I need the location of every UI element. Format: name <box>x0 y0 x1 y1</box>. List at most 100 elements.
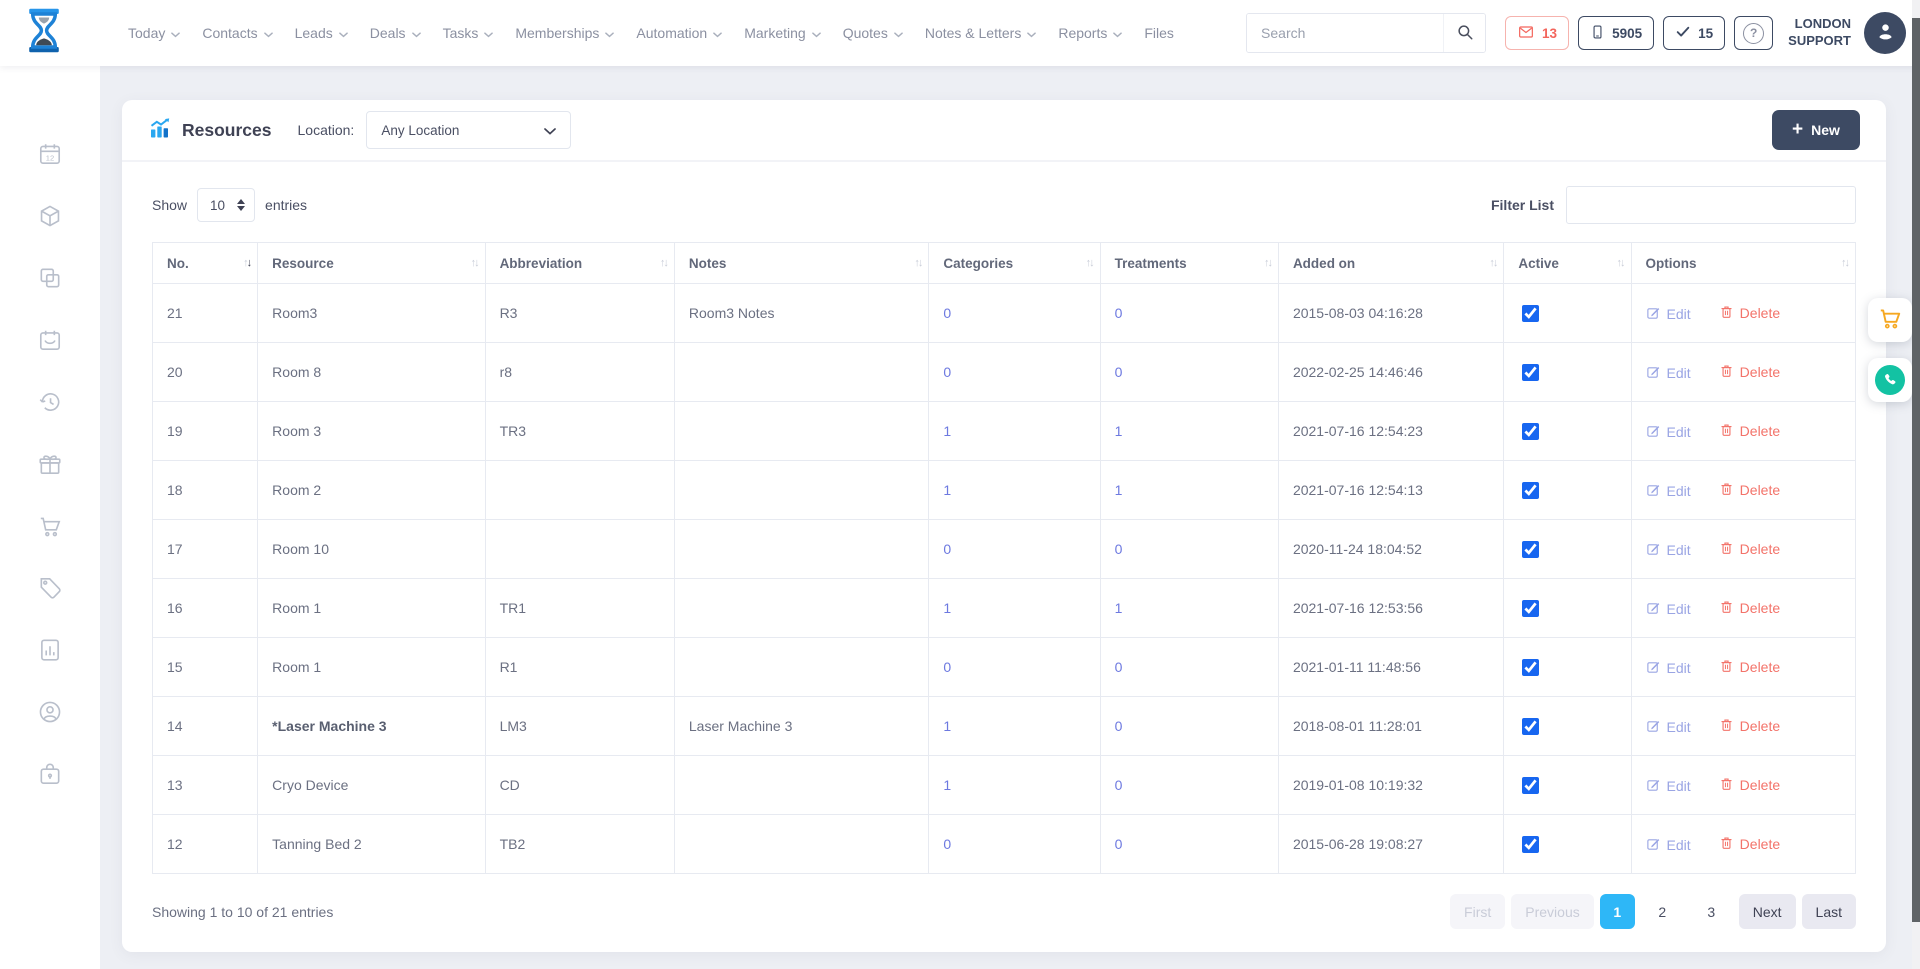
active-checkbox[interactable] <box>1522 659 1539 676</box>
pagination-page-1[interactable]: 1 <box>1600 894 1635 929</box>
categories-link[interactable]: 1 <box>943 718 951 734</box>
tasks-badge[interactable]: 15 <box>1663 16 1725 50</box>
pagination-last[interactable]: Last <box>1802 894 1856 929</box>
new-button[interactable]: + New <box>1772 110 1860 150</box>
nav-item-marketing[interactable]: Marketing <box>744 25 820 41</box>
briefcase-lock-icon[interactable] <box>37 761 63 787</box>
edit-button[interactable]: Edit <box>1646 541 1691 559</box>
pagination-page-2[interactable]: 2 <box>1645 894 1680 929</box>
call-float-button[interactable] <box>1868 358 1912 402</box>
delete-button[interactable]: Delete <box>1719 422 1780 441</box>
column-header-no[interactable]: No.↑↓ <box>153 243 258 284</box>
pagination-next[interactable]: Next <box>1739 894 1796 929</box>
treatments-link[interactable]: 1 <box>1115 482 1123 498</box>
edit-button[interactable]: Edit <box>1646 305 1691 323</box>
treatments-link[interactable]: 0 <box>1115 836 1123 852</box>
categories-link[interactable]: 0 <box>943 836 951 852</box>
delete-button[interactable]: Delete <box>1719 776 1780 795</box>
delete-button[interactable]: Delete <box>1719 481 1780 500</box>
scrollbar-thumb[interactable] <box>1912 18 1920 922</box>
column-header-treatments[interactable]: Treatments↑↓ <box>1100 243 1278 284</box>
nav-item-quotes[interactable]: Quotes <box>843 25 903 41</box>
delete-button[interactable]: Delete <box>1719 599 1780 618</box>
edit-button[interactable]: Edit <box>1646 836 1691 854</box>
active-checkbox[interactable] <box>1522 364 1539 381</box>
nav-item-memberships[interactable]: Memberships <box>515 25 614 41</box>
active-checkbox[interactable] <box>1522 423 1539 440</box>
cart-icon[interactable] <box>37 513 63 539</box>
column-header-added-on[interactable]: Added on↑↓ <box>1278 243 1503 284</box>
nav-item-tasks[interactable]: Tasks <box>443 25 494 41</box>
categories-link[interactable]: 1 <box>943 600 951 616</box>
history-icon[interactable] <box>37 389 63 415</box>
column-header-categories[interactable]: Categories↑↓ <box>929 243 1100 284</box>
search-button[interactable] <box>1443 14 1485 52</box>
edit-button[interactable]: Edit <box>1646 777 1691 795</box>
page-scrollbar[interactable] <box>1912 0 1920 969</box>
cart-float-button[interactable] <box>1868 298 1912 342</box>
treatments-link[interactable]: 0 <box>1115 777 1123 793</box>
delete-button[interactable]: Delete <box>1719 717 1780 736</box>
nav-item-deals[interactable]: Deals <box>370 25 421 41</box>
column-header-options[interactable]: Options↑↓ <box>1631 243 1855 284</box>
filter-input[interactable] <box>1566 186 1856 224</box>
pagination-page-3[interactable]: 3 <box>1694 894 1729 929</box>
nav-item-today[interactable]: Today <box>128 25 180 41</box>
delete-button[interactable]: Delete <box>1719 835 1780 854</box>
copy-icon[interactable] <box>37 265 63 291</box>
active-checkbox[interactable] <box>1522 718 1539 735</box>
edit-button[interactable]: Edit <box>1646 423 1691 441</box>
categories-link[interactable]: 0 <box>943 364 951 380</box>
search-input[interactable] <box>1247 14 1443 52</box>
edit-button[interactable]: Edit <box>1646 659 1691 677</box>
package-icon[interactable] <box>37 203 63 229</box>
active-checkbox[interactable] <box>1522 777 1539 794</box>
gift-icon[interactable] <box>37 451 63 477</box>
nav-item-reports[interactable]: Reports <box>1058 25 1122 41</box>
nav-item-contacts[interactable]: Contacts <box>202 25 272 41</box>
treatments-link[interactable]: 0 <box>1115 305 1123 321</box>
categories-link[interactable]: 1 <box>943 777 951 793</box>
person-circle-icon[interactable] <box>37 699 63 725</box>
column-header-active[interactable]: Active↑↓ <box>1504 243 1631 284</box>
active-checkbox[interactable] <box>1522 305 1539 322</box>
column-header-notes[interactable]: Notes↑↓ <box>674 243 928 284</box>
delete-button[interactable]: Delete <box>1719 658 1780 677</box>
categories-link[interactable]: 1 <box>943 482 951 498</box>
delete-button[interactable]: Delete <box>1719 304 1780 323</box>
categories-link[interactable]: 0 <box>943 541 951 557</box>
appointment-calendar-icon[interactable] <box>37 327 63 353</box>
delete-button[interactable]: Delete <box>1719 363 1780 382</box>
calendar-icon[interactable]: 12 <box>37 141 63 167</box>
treatments-link[interactable]: 0 <box>1115 541 1123 557</box>
messages-badge[interactable]: 13 <box>1505 16 1569 50</box>
categories-link[interactable]: 0 <box>943 659 951 675</box>
categories-link[interactable]: 1 <box>943 423 951 439</box>
delete-button[interactable]: Delete <box>1719 540 1780 559</box>
categories-link[interactable]: 0 <box>943 305 951 321</box>
nav-item-automation[interactable]: Automation <box>636 25 722 41</box>
nav-item-leads[interactable]: Leads <box>295 25 348 41</box>
location-select[interactable]: Any Location <box>366 111 571 149</box>
edit-button[interactable]: Edit <box>1646 482 1691 500</box>
entries-select[interactable]: 10 <box>197 188 255 222</box>
edit-button[interactable]: Edit <box>1646 364 1691 382</box>
column-header-abbreviation[interactable]: Abbreviation↑↓ <box>485 243 674 284</box>
edit-button[interactable]: Edit <box>1646 600 1691 618</box>
nav-item-files[interactable]: Files <box>1144 25 1174 41</box>
active-checkbox[interactable] <box>1522 600 1539 617</box>
treatments-link[interactable]: 1 <box>1115 600 1123 616</box>
active-checkbox[interactable] <box>1522 541 1539 558</box>
column-header-resource[interactable]: Resource↑↓ <box>258 243 485 284</box>
nav-item-notes-letters[interactable]: Notes & Letters <box>925 25 1037 41</box>
treatments-link[interactable]: 0 <box>1115 718 1123 734</box>
pagination-first[interactable]: First <box>1450 894 1505 929</box>
help-badge[interactable]: ? <box>1734 16 1773 50</box>
active-checkbox[interactable] <box>1522 836 1539 853</box>
phone-badge[interactable]: 5905 <box>1578 16 1654 50</box>
price-tag-icon[interactable] <box>37 575 63 601</box>
pagination-previous[interactable]: Previous <box>1511 894 1593 929</box>
app-logo[interactable] <box>24 7 64 59</box>
active-checkbox[interactable] <box>1522 482 1539 499</box>
treatments-link[interactable]: 0 <box>1115 659 1123 675</box>
